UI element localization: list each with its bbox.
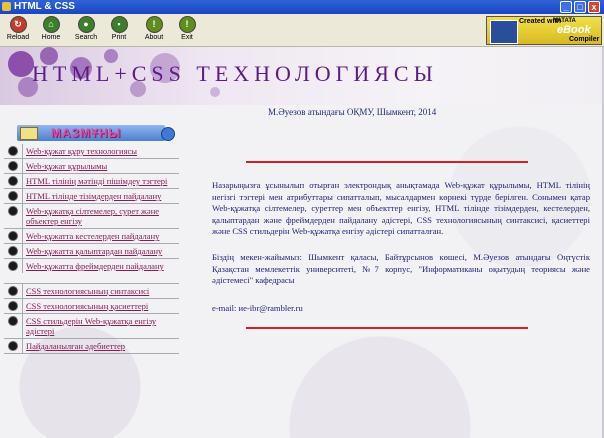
sidebar-item: CSS технологиясының синтаксисі	[4, 284, 179, 299]
sidebar-item: CSS стильдерін Web-құжатқа енгізу әдісте…	[4, 314, 179, 339]
sidebar-title: МАЗМҰНЫ	[51, 126, 122, 140]
search-label: Search	[74, 34, 98, 41]
sidebar-item: Web-құжат құру технологиясы	[4, 144, 179, 159]
sidebar-link[interactable]: Пайдаланылған әдебиеттер	[22, 339, 179, 353]
sidebar-item: HTML тілінің мәтінді пішімдеу тэгтері	[4, 174, 179, 189]
sidebar-item: Web-құжатта кестелерден пайдалану	[4, 229, 179, 244]
reload-button[interactable]: ↻ Reload	[0, 16, 36, 41]
bullet-icon	[9, 247, 17, 255]
bullet-icon	[9, 232, 17, 240]
app-icon	[2, 2, 11, 11]
maximize-button[interactable]: □	[574, 1, 586, 13]
sidebar-link[interactable]: Web-құжатқа сілтемелер, сурет және объек…	[22, 204, 179, 228]
search-button[interactable]: ● Search	[68, 16, 104, 41]
decor-bubble	[210, 87, 220, 97]
home-icon: ⌂	[42, 16, 60, 33]
computer-icon	[490, 20, 518, 44]
print-button[interactable]: ▪ Print	[101, 16, 137, 41]
bullet-icon	[9, 177, 17, 185]
reload-label: Reload	[6, 34, 30, 41]
page-title: HTML+CSS ТЕХНОЛОГИЯСЫ	[32, 61, 438, 86]
sidebar-menu: Web-құжат құру технологиясы Web-құжат құ…	[4, 144, 179, 354]
book-icon	[20, 127, 38, 140]
bullet-icon	[9, 207, 17, 215]
sidebar-link[interactable]: CSS технологиясының қасиеттері	[22, 299, 179, 313]
badge-compiler: Compiler	[569, 36, 600, 43]
print-label: Print	[111, 34, 127, 41]
sidebar-link[interactable]: HTML тілінің мәтінді пішімдеу тэгтері	[22, 174, 179, 188]
exit-icon: !	[178, 16, 196, 33]
sidebar-item: Web-құжатта фреймдерден пайдалану	[4, 259, 179, 284]
bullet-icon	[9, 342, 17, 350]
print-icon: ▪	[110, 16, 128, 33]
sidebar-heading: МАЗМҰНЫ	[17, 125, 175, 141]
bullet-icon	[9, 287, 17, 295]
sidebar-item: HTML тілінде тізімдерден пайдалану	[4, 189, 179, 204]
divider-bottom	[246, 327, 528, 329]
sidebar-link[interactable]: Web-құжат құрылымы	[22, 159, 179, 173]
bullet-icon	[9, 162, 17, 170]
title-bar: HTML & CSS _ □ x	[0, 0, 604, 14]
badge-ebook: eBook	[557, 24, 591, 36]
intro-paragraph: Назарыңызға ұсынылып отырған электрондық…	[212, 180, 590, 236]
bullet-icon	[9, 317, 17, 325]
sidebar-link[interactable]: Web-құжатта қалыптардан пайдалану	[22, 244, 179, 258]
sidebar-link[interactable]: Web-құжат құру технологиясы	[22, 144, 179, 158]
sidebar-link[interactable]: Web-құжатта фреймдерден пайдалану	[22, 259, 179, 273]
about-button[interactable]: ! About	[136, 16, 172, 41]
about-label: About	[144, 34, 164, 41]
sidebar-item: Web-құжат құрылымы	[4, 159, 179, 174]
email-text: e-mail: ие-ibr@rambler.ru	[212, 303, 303, 313]
divider-top	[246, 161, 528, 163]
decor-bubble	[8, 51, 34, 77]
close-button[interactable]: x	[588, 1, 600, 13]
sidebar-item: Пайдаланылған әдебиеттер	[4, 339, 179, 354]
bullet-icon	[9, 262, 17, 270]
home-button[interactable]: ⌂ Home	[33, 16, 69, 41]
window-title: HTML & CSS	[14, 1, 75, 12]
page-subtitle: М.Әуезов атындағы ОҚМУ, Шымкент, 2014	[268, 107, 437, 117]
sidebar-item: Web-құжатта қалыптардан пайдалану	[4, 244, 179, 259]
minimize-button[interactable]: _	[560, 1, 572, 13]
home-label: Home	[41, 34, 61, 41]
bullet-icon	[9, 192, 17, 200]
ebook-compiler-logo: Created with NATATA eBook Compiler	[486, 16, 602, 45]
sidebar-link[interactable]: Web-құжатта кестелерден пайдалану	[22, 229, 179, 243]
exit-button[interactable]: ! Exit	[169, 16, 205, 41]
sidebar-item: CSS технологиясының қасиеттері	[4, 299, 179, 314]
address-paragraph: Біздің мекен-жайымыз: Шымкент қаласы, Ба…	[212, 252, 590, 285]
sidebar-item: Web-құжатқа сілтемелер, сурет және объек…	[4, 204, 179, 229]
bullet-icon	[9, 147, 17, 155]
info-icon: !	[145, 16, 163, 33]
sidebar-link[interactable]: CSS технологиясының синтаксисі	[22, 284, 179, 298]
bullet-icon	[9, 302, 17, 310]
globe-icon	[161, 127, 175, 141]
sidebar-link[interactable]: CSS стильдерін Web-құжатқа енгізу әдісте…	[22, 314, 179, 338]
search-icon: ●	[77, 16, 95, 33]
reload-icon: ↻	[9, 16, 27, 33]
exit-label: Exit	[181, 34, 193, 41]
sidebar-link[interactable]: HTML тілінде тізімдерден пайдалану	[22, 189, 179, 203]
